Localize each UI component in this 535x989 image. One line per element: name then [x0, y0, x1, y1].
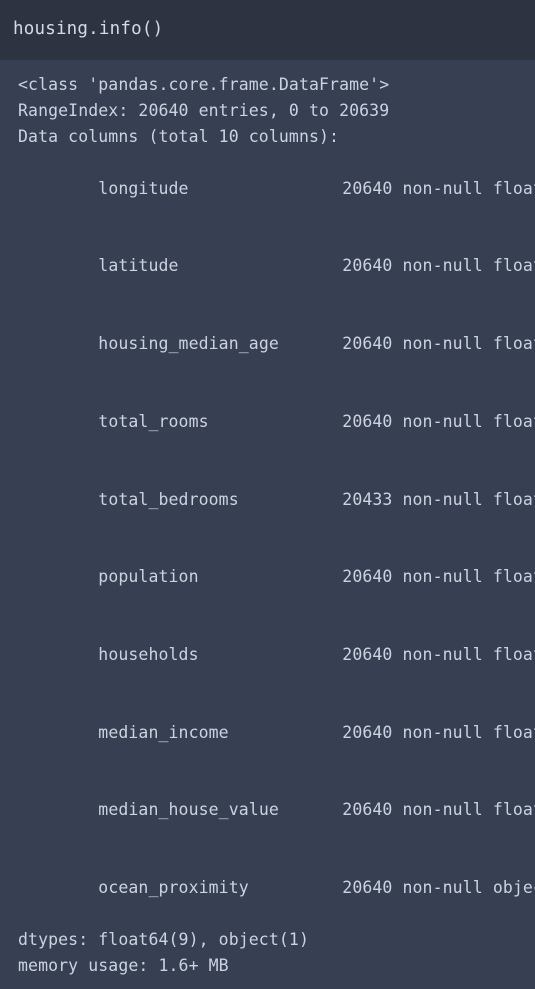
- column-name: ocean_proximity: [98, 878, 249, 898]
- column-name: median_house_value: [98, 800, 279, 820]
- column-dtype: float64: [492, 644, 535, 664]
- column-dtype: float64: [492, 178, 535, 198]
- column-row: households 20640 non-null float64: [0, 616, 535, 694]
- column-count: 20640 non-null: [342, 878, 483, 898]
- column-count: 20640 non-null: [342, 334, 483, 354]
- column-row: longitude 20640 non-null float64: [0, 150, 535, 228]
- output-line-memory-usage: memory usage: 1.6+ MB: [18, 955, 229, 975]
- output-line-dtypes: dtypes: float64(9), object(1): [18, 929, 309, 949]
- column-row: median_house_value 20640 non-null float64: [0, 771, 535, 849]
- column-dtype: float64: [492, 334, 535, 354]
- column-dtype-space: [483, 878, 493, 897]
- output-column-list: longitude 20640 non-null float64 latitude…: [0, 150, 535, 927]
- code-input-line[interactable]: housing.info(): [0, 16, 535, 42]
- column-name: median_income: [98, 722, 229, 742]
- code-input-area[interactable]: housing.info(): [0, 0, 535, 60]
- column-row: total_bedrooms 20433 non-null float64: [0, 461, 535, 539]
- column-row: population 20640 non-null float64: [0, 538, 535, 616]
- column-row: total_rooms 20640 non-null float64: [0, 383, 535, 461]
- column-dtype: float64: [492, 722, 535, 742]
- column-name: housing_median_age: [98, 334, 279, 354]
- column-dtype: float64: [492, 489, 535, 509]
- column-row: ocean_proximity 20640 non-null object: [0, 849, 535, 927]
- column-dtype-space: [483, 567, 493, 586]
- column-count: 20433 non-null: [342, 489, 483, 509]
- column-name: total_rooms: [98, 411, 209, 431]
- column-name: total_bedrooms: [98, 489, 239, 509]
- column-name: households: [98, 644, 199, 664]
- column-dtype-space: [483, 412, 493, 431]
- output-footer-lines: dtypes: float64(9), object(1) memory usa…: [0, 927, 535, 979]
- column-dtype: float64: [492, 800, 535, 820]
- column-name: latitude: [98, 256, 179, 276]
- column-count: 20640 non-null: [342, 644, 483, 664]
- output-header-lines: <class 'pandas.core.frame.DataFrame'> Ra…: [0, 72, 535, 150]
- column-row: housing_median_age 20640 non-null float64: [0, 305, 535, 383]
- code-output-area: <class 'pandas.core.frame.DataFrame'> Ra…: [0, 60, 535, 989]
- notebook-cell: housing.info() <class 'pandas.core.frame…: [0, 0, 535, 989]
- column-name: longitude: [98, 178, 189, 198]
- column-dtype: float64: [492, 411, 535, 431]
- column-count: 20640 non-null: [342, 722, 483, 742]
- column-dtype: object: [492, 878, 535, 898]
- column-dtype-space: [483, 800, 493, 819]
- column-row: median_income 20640 non-null float64: [0, 694, 535, 772]
- column-count: 20640 non-null: [342, 567, 483, 587]
- column-dtype-space: [483, 256, 493, 275]
- column-dtype-space: [483, 723, 493, 742]
- column-dtype-space: [483, 645, 493, 664]
- column-row: latitude 20640 non-null float64: [0, 227, 535, 305]
- output-line-class: <class 'pandas.core.frame.DataFrame'>: [18, 75, 390, 94]
- output-line-data-columns: Data columns (total 10 columns):: [18, 126, 340, 146]
- column-dtype-space: [483, 179, 493, 198]
- output-line-rangeindex: RangeIndex: 20640 entries, 0 to 20639: [18, 100, 390, 120]
- column-count: 20640 non-null: [342, 178, 483, 198]
- column-name: population: [98, 567, 199, 587]
- column-count: 20640 non-null: [342, 800, 483, 820]
- column-dtype: float64: [492, 256, 535, 276]
- column-dtype-space: [483, 490, 493, 509]
- column-dtype-space: [483, 334, 493, 353]
- column-count: 20640 non-null: [342, 411, 483, 431]
- column-count: 20640 non-null: [342, 256, 483, 276]
- column-dtype: float64: [492, 567, 535, 587]
